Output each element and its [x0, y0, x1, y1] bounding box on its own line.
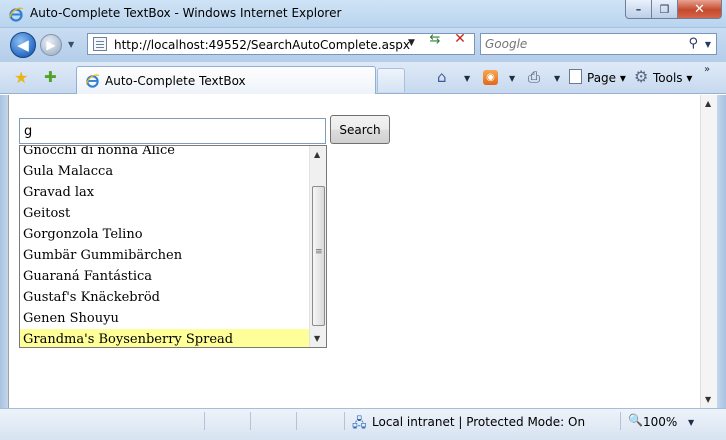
tab-label: Auto-Complete TextBox	[105, 74, 246, 88]
autocomplete-item[interactable]: Gumbär Gummibärchen	[20, 245, 310, 266]
print-dropdown-icon[interactable]: ▼	[554, 74, 560, 83]
address-bar[interactable]: http://localhost:49552/SearchAutoComplet…	[87, 33, 475, 55]
window-frame-left	[0, 95, 8, 408]
home-dropdown-icon[interactable]: ▼	[464, 74, 470, 83]
window-title: Auto-Complete TextBox - Windows Internet…	[30, 6, 342, 20]
status-bar: 🖧 Local intranet | Protected Mode: On 🔍 …	[0, 408, 726, 440]
refresh-icon[interactable]: ⇆	[424, 32, 446, 50]
forward-arrow-icon[interactable]: ▶	[40, 34, 62, 56]
autocomplete-item[interactable]: Gorgonzola Telino	[20, 224, 310, 245]
tab-bar: ★ ✚ Auto-Complete TextBox ⌂ ▼ ◉ ▼ ⎙ ▼ Pa…	[0, 62, 726, 94]
address-dropdown-icon[interactable]: ▼	[408, 38, 415, 48]
browser-search-box[interactable]: ⚲ ▼	[480, 33, 717, 55]
autocomplete-item[interactable]: Gnocchi di nonna Alice	[20, 146, 310, 161]
status-divider	[204, 412, 205, 430]
autocomplete-item[interactable]: Gravad lax	[20, 182, 310, 203]
minimize-button[interactable]: –	[625, 0, 652, 19]
page-menu[interactable]: Page ▾	[587, 71, 626, 85]
scroll-up-icon[interactable]: ▲	[705, 99, 711, 108]
search-button[interactable]: Search	[330, 115, 390, 144]
chevron-more-icon[interactable]: »	[704, 64, 710, 75]
ie-logo-icon	[8, 7, 24, 22]
tools-menu-label: Tools	[653, 71, 683, 85]
scroll-down-icon[interactable]: ▼	[314, 334, 320, 343]
page-scrollbar[interactable]: ▲ ▼	[700, 95, 717, 408]
close-button[interactable]: ✕	[678, 0, 722, 19]
autocomplete-items: Gnocchi di nonna Alice Gula Malacca Gravad…	[20, 146, 310, 347]
zoom-level[interactable]: 100%	[643, 415, 677, 429]
tab-auto-complete-textbox[interactable]: Auto-Complete TextBox	[76, 66, 376, 94]
intranet-zone-icon: 🖧	[352, 416, 367, 431]
add-favorite-icon[interactable]: ✚	[44, 68, 57, 86]
search-dropdown-icon[interactable]: ▼	[705, 40, 711, 49]
autocomplete-item[interactable]: Gustaf's Knäckebröd	[20, 287, 310, 308]
zoom-icon[interactable]: 🔍	[628, 413, 643, 427]
autocomplete-item[interactable]: Genen Shouyu	[20, 308, 310, 329]
search-input[interactable]	[19, 118, 326, 144]
scroll-down-icon[interactable]: ▼	[705, 395, 711, 404]
zoom-dropdown-icon[interactable]: ▼	[688, 418, 694, 427]
favorites-star-icon[interactable]: ★	[14, 68, 28, 87]
rss-feed-icon[interactable]: ◉	[483, 70, 498, 85]
window-controls: – ❐ ✕	[625, 0, 722, 20]
home-icon[interactable]: ⌂	[437, 68, 447, 86]
title-bar: Auto-Complete TextBox - Windows Internet…	[0, 0, 726, 28]
autocomplete-item[interactable]: Grandma's Boysenberry Spread	[20, 329, 310, 347]
page-menu-label: Page	[587, 71, 617, 85]
status-divider	[296, 412, 297, 430]
scroll-up-icon[interactable]: ▲	[314, 150, 320, 159]
ie-logo-icon	[85, 74, 100, 88]
page-icon	[569, 69, 582, 84]
print-icon[interactable]: ⎙	[528, 68, 540, 86]
window-frame-right	[717, 95, 726, 408]
scrollbar-thumb[interactable]	[312, 186, 325, 326]
tools-menu[interactable]: Tools ▾	[653, 71, 692, 85]
page-icon	[93, 37, 107, 51]
autocomplete-item[interactable]: Geitost	[20, 203, 310, 224]
browser-search-input[interactable]	[485, 36, 675, 52]
address-url[interactable]: http://localhost:49552/SearchAutoComplet…	[114, 38, 410, 52]
stop-icon[interactable]: ✕	[449, 31, 471, 51]
status-divider	[344, 412, 345, 430]
recent-pages-dropdown-icon[interactable]: ▼	[68, 40, 74, 49]
security-zone-text[interactable]: Local intranet | Protected Mode: On	[372, 415, 585, 429]
status-divider	[250, 412, 251, 430]
autocomplete-item[interactable]: Guaraná Fantástica	[20, 266, 310, 287]
new-tab-button[interactable]	[377, 68, 405, 92]
maximize-button[interactable]: ❐	[652, 0, 678, 19]
tools-gear-icon: ⚙	[634, 67, 649, 86]
feeds-dropdown-icon[interactable]: ▼	[509, 74, 515, 83]
autocomplete-scrollbar[interactable]: ▲ ▼	[309, 146, 326, 347]
search-icon[interactable]: ⚲	[688, 36, 698, 51]
autocomplete-item[interactable]: Gula Malacca	[20, 161, 310, 182]
back-arrow-icon[interactable]: ◀	[10, 32, 36, 58]
autocomplete-list: Gnocchi di nonna Alice Gula Malacca Gravad…	[19, 145, 327, 348]
navigation-bar: ◀ ▶ ▼ http://localhost:49552/SearchAutoC…	[0, 28, 726, 62]
status-divider	[620, 412, 621, 430]
